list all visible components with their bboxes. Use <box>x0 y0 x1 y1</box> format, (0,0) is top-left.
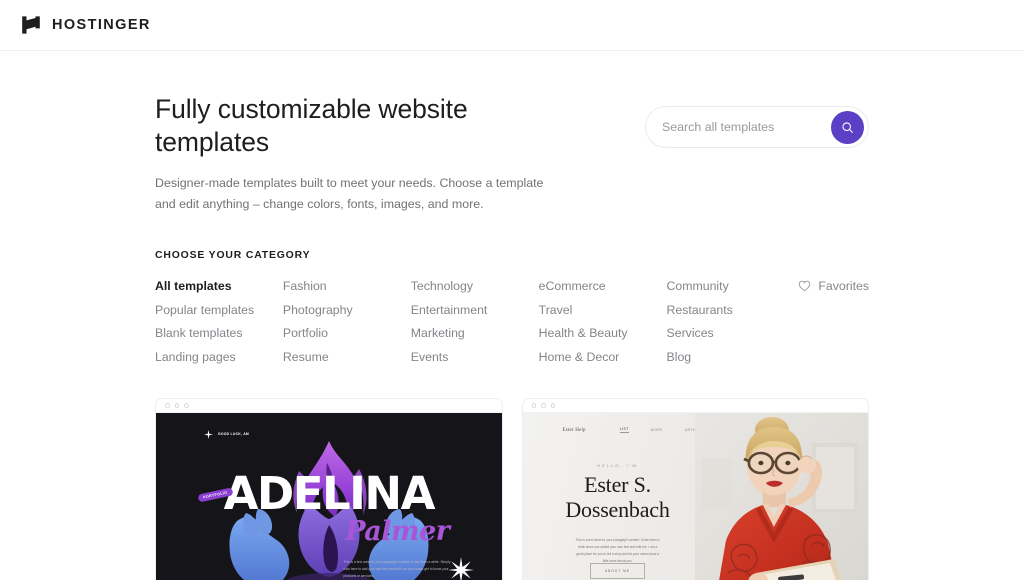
template-preview-image: Ester Help LIST WORK ARTICLES CONTACT HE… <box>522 413 868 580</box>
preview-nav-item-work: WORK <box>650 428 663 433</box>
favorites-link[interactable]: Favorites <box>798 275 869 293</box>
browser-mock-bar <box>156 399 502 414</box>
browser-dot-icon <box>550 403 555 408</box>
preview-title-line-1: Ester S. <box>584 472 651 498</box>
category-item-blank-templates[interactable]: Blank templates <box>155 322 283 346</box>
preview-cta-wrapper: ABOUT ME <box>523 563 713 580</box>
content-container: Fully customizable website templates Des… <box>155 51 869 580</box>
search-bar[interactable] <box>645 106 869 148</box>
page-body: Fully customizable website templates Des… <box>0 51 1024 580</box>
category-grid: All templates Popular templates Blank te… <box>155 275 794 369</box>
search-icon <box>841 121 854 134</box>
category-item-fashion[interactable]: Fashion <box>283 275 411 299</box>
preview-logo-text: GOOD LUCK, AM <box>218 432 250 437</box>
category-item-events[interactable]: Events <box>411 346 539 370</box>
template-card-dossenbach[interactable]: Ester Help LIST WORK ARTICLES CONTACT HE… <box>521 398 869 580</box>
category-item-travel[interactable]: Travel <box>539 299 667 323</box>
starburst-icon <box>204 430 213 440</box>
template-card-adelina[interactable]: GOOD LUCK, AM PORTFOLIO ADELINA Palmer T… <box>155 398 503 580</box>
category-item-ecommerce[interactable]: eCommerce <box>539 275 667 299</box>
category-item-photography[interactable]: Photography <box>283 299 411 323</box>
browser-dot-icon <box>174 403 179 408</box>
template-grid: GOOD LUCK, AM PORTFOLIO ADELINA Palmer T… <box>155 398 869 580</box>
preview-eyebrow: HELLO, I'M <box>597 463 638 469</box>
preview-body-text: This is a text area for your paragraph c… <box>343 560 451 579</box>
category-item-health-beauty[interactable]: Health & Beauty <box>539 322 667 346</box>
page-title: Fully customizable website templates <box>155 94 468 158</box>
category-column-2: Fashion Photography Portfolio Resume <box>283 275 411 369</box>
category-heading: CHOOSE YOUR CATEGORY <box>155 250 311 262</box>
category-item-entertainment[interactable]: Entertainment <box>411 299 539 323</box>
category-item-community[interactable]: Community <box>667 275 795 299</box>
category-item-restaurants[interactable]: Restaurants <box>667 299 795 323</box>
category-column-4: eCommerce Travel Health & Beauty Home & … <box>539 275 667 369</box>
browser-mock-bar <box>522 399 868 414</box>
dossenbach-preview: Ester Help LIST WORK ARTICLES CONTACT HE… <box>522 413 868 580</box>
preview-logo: GOOD LUCK, AM <box>204 430 250 440</box>
category-area: All templates Popular templates Blank te… <box>155 275 869 369</box>
preview-title: Ester S. Dossenbach <box>523 472 713 523</box>
adelina-preview: GOOD LUCK, AM PORTFOLIO ADELINA Palmer T… <box>156 413 502 580</box>
category-item-portfolio[interactable]: Portfolio <box>283 322 411 346</box>
category-item-marketing[interactable]: Marketing <box>411 322 539 346</box>
page-subtitle: Designer-made templates built to meet yo… <box>155 176 544 211</box>
template-preview-frame[interactable]: GOOD LUCK, AM PORTFOLIO ADELINA Palmer T… <box>155 398 503 580</box>
hero-section: Fully customizable website templates Des… <box>155 51 869 214</box>
category-column-5: Community Restaurants Services Blog <box>667 275 795 369</box>
preview-title-line-2: Dossenbach <box>565 497 670 523</box>
hostinger-h-mark-icon <box>20 14 42 36</box>
preview-nav-item-list: LIST <box>619 427 629 434</box>
favorites-label: Favorites <box>818 279 869 294</box>
browser-dot-icon <box>165 403 170 408</box>
browser-dot-icon <box>184 403 189 408</box>
category-item-popular-templates[interactable]: Popular templates <box>155 299 283 323</box>
preview-brand: Ester Help <box>562 427 586 433</box>
category-column-1: All templates Popular templates Blank te… <box>155 275 283 369</box>
sparkle-star-icon <box>447 557 474 580</box>
heart-outline-icon <box>798 280 811 292</box>
category-item-landing-pages[interactable]: Landing pages <box>155 346 283 370</box>
search-input[interactable] <box>662 107 831 147</box>
preview-photo <box>695 413 868 580</box>
template-preview-frame[interactable]: Ester Help LIST WORK ARTICLES CONTACT HE… <box>521 398 869 580</box>
preview-cta-button: ABOUT ME <box>589 563 646 580</box>
category-item-services[interactable]: Services <box>667 322 795 346</box>
preview-body-text: This is a text area for your paragraph c… <box>575 538 660 564</box>
browser-dot-icon <box>541 403 546 408</box>
brand-name: HOSTINGER <box>52 17 151 33</box>
category-item-home-decor[interactable]: Home & Decor <box>539 346 667 370</box>
category-item-resume[interactable]: Resume <box>283 346 411 370</box>
brand-logo[interactable]: HOSTINGER <box>20 14 151 36</box>
category-item-all-templates[interactable]: All templates <box>155 275 283 299</box>
category-item-technology[interactable]: Technology <box>411 275 539 299</box>
template-preview-image: GOOD LUCK, AM PORTFOLIO ADELINA Palmer T… <box>156 413 502 580</box>
search-button[interactable] <box>831 110 864 144</box>
category-column-3: Technology Entertainment Marketing Event… <box>411 275 539 369</box>
browser-dot-icon <box>531 403 536 408</box>
preview-subtitle: Palmer <box>345 516 450 548</box>
category-item-blog[interactable]: Blog <box>667 346 795 370</box>
hero-text-block: Fully customizable website templates Des… <box>155 93 575 214</box>
site-header: HOSTINGER <box>0 0 1024 51</box>
